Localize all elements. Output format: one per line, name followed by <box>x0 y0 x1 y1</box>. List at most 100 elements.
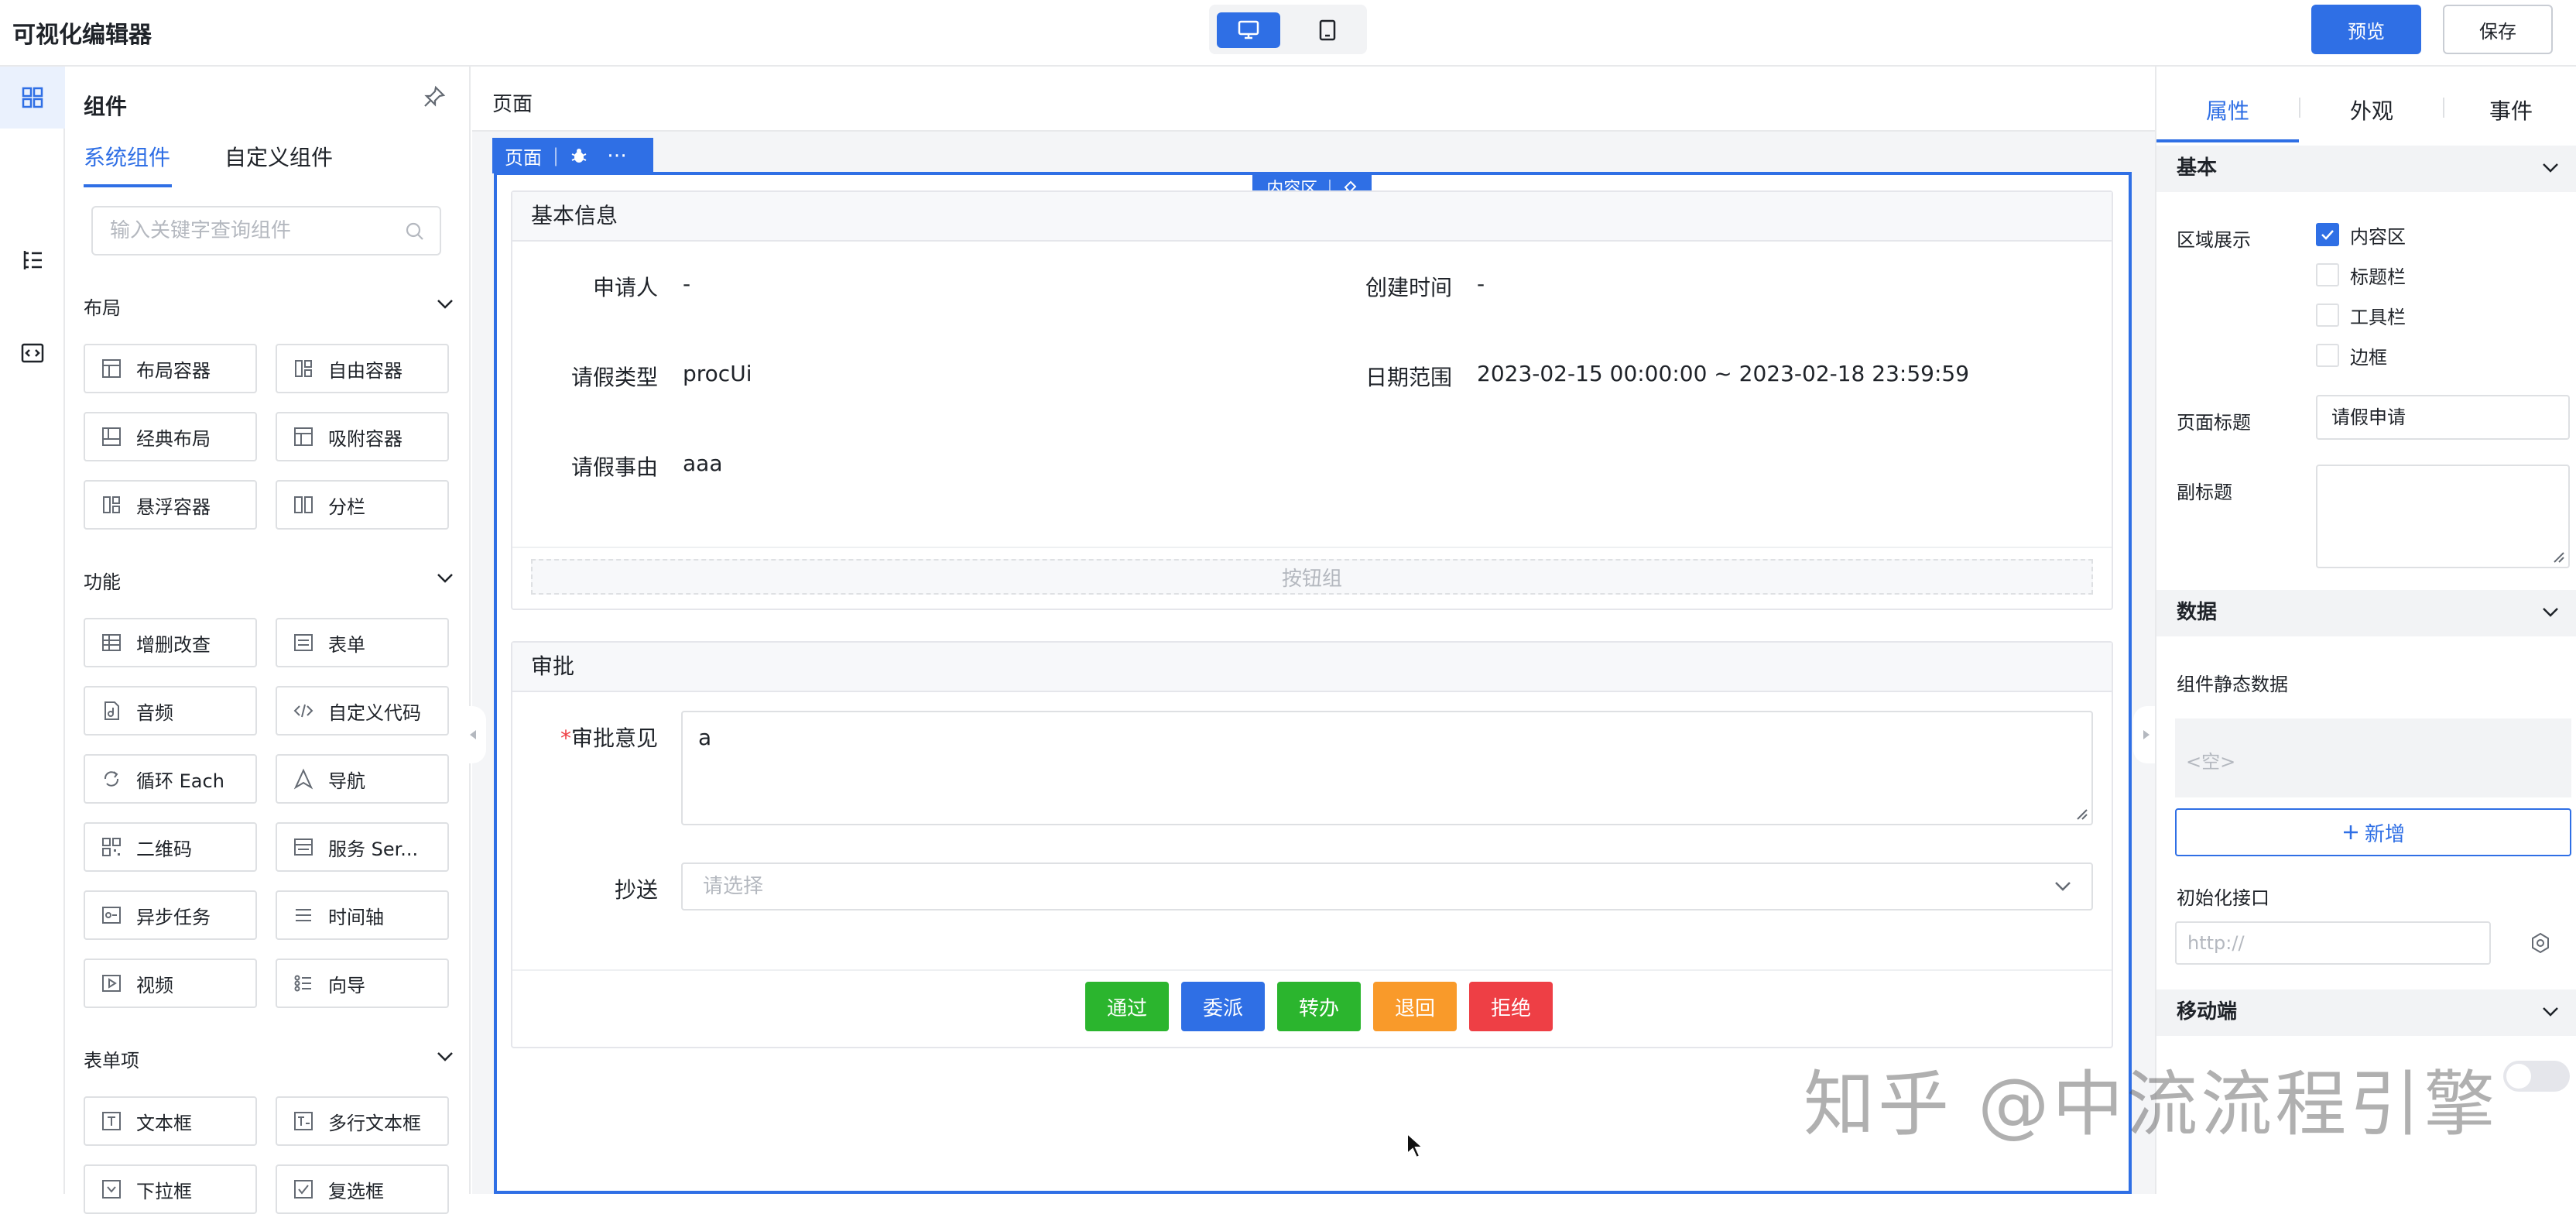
approve-button[interactable]: 通过 <box>1085 982 1169 1031</box>
collapse-left-panel-button[interactable] <box>460 706 486 763</box>
page-selection-tag[interactable]: 页面 | ⋯ <box>492 138 653 173</box>
section-layout-header[interactable]: 布局 <box>84 293 455 324</box>
desktop-icon <box>1238 20 1259 39</box>
cc-select[interactable]: 请选择 <box>681 862 2093 910</box>
section-basic-header[interactable]: 基本 <box>2156 146 2576 192</box>
section-mobile-header[interactable]: 移动端 <box>2156 989 2576 1036</box>
tab-custom-components[interactable]: 自定义组件 <box>224 141 333 172</box>
tab-events[interactable]: 事件 <box>2444 94 2576 125</box>
checkbox-unchecked[interactable] <box>2316 304 2339 327</box>
component-label: 吸附容器 <box>328 427 402 450</box>
checkbox-unchecked[interactable] <box>2316 263 2339 286</box>
component-label: 分栏 <box>328 496 365 518</box>
page-tag-label: 页面 <box>505 146 542 169</box>
components-icon <box>22 87 43 108</box>
component-item[interactable]: 循环 Each <box>84 754 257 804</box>
component-label: 布局容器 <box>136 359 211 382</box>
component-search-input[interactable] <box>108 218 390 243</box>
section-data-header[interactable]: 数据 <box>2156 590 2576 636</box>
active-tab-indicator <box>84 184 172 187</box>
region-toolbar-checkbox[interactable]: 工具栏 <box>2316 302 2406 328</box>
free-container-icon <box>293 358 314 379</box>
component-item[interactable]: 自由容器 <box>276 344 449 393</box>
component-item[interactable]: 吸附容器 <box>276 412 449 461</box>
rail-outline-button[interactable] <box>0 229 65 291</box>
tab-properties[interactable]: 属性 <box>2156 94 2299 125</box>
app-title: 可视化编辑器 <box>12 22 152 49</box>
more-icon[interactable]: ⋯ <box>607 144 627 167</box>
reject-button[interactable]: 拒绝 <box>1469 982 1553 1031</box>
checkbox-checked[interactable] <box>2316 223 2339 246</box>
component-label: 复选框 <box>328 1180 384 1202</box>
component-item[interactable]: 经典布局 <box>84 412 257 461</box>
desktop-view-button[interactable] <box>1217 12 1280 48</box>
component-item[interactable]: 增删改查 <box>84 618 257 667</box>
component-item[interactable]: 自定义代码 <box>276 686 449 736</box>
component-item[interactable]: 导航 <box>276 754 449 804</box>
mobile-toggle-switch[interactable] <box>2503 1061 2570 1092</box>
chevron-down-icon <box>2543 1007 2558 1017</box>
columns-icon <box>293 494 314 516</box>
tab-system-components[interactable]: 系统组件 <box>84 141 170 172</box>
checkbox-label: 工具栏 <box>2350 306 2406 328</box>
component-item[interactable]: 服务 Ser... <box>276 822 449 872</box>
component-item[interactable]: 文本框 <box>84 1096 257 1146</box>
delegate-button[interactable]: 委派 <box>1181 982 1265 1031</box>
loop-icon <box>101 768 122 790</box>
component-item[interactable]: 下拉框 <box>84 1164 257 1214</box>
checkbox-label: 边框 <box>2350 346 2387 369</box>
resize-handle-icon[interactable] <box>2551 550 2565 564</box>
properties-panel: 属性 外观 事件 基本 区域展示 内容区 标题栏 工具栏 边框 页面标题 请假申… <box>2155 67 2576 1194</box>
init-api-input[interactable]: http:// <box>2175 921 2491 965</box>
component-item[interactable]: 向导 <box>276 959 449 1008</box>
resize-handle-icon[interactable] <box>2074 807 2088 821</box>
classic-layout-icon <box>101 426 122 448</box>
component-item[interactable]: 悬浮容器 <box>84 480 257 530</box>
bug-icon[interactable] <box>570 146 588 165</box>
transfer-button[interactable]: 转办 <box>1277 982 1361 1031</box>
tab-appearance[interactable]: 外观 <box>2300 94 2443 125</box>
preview-button[interactable]: 预览 <box>2311 5 2421 54</box>
component-item[interactable]: 复选框 <box>276 1164 449 1214</box>
return-button[interactable]: 退回 <box>1373 982 1457 1031</box>
section-function-header[interactable]: 功能 <box>84 567 455 598</box>
rail-code-button[interactable] <box>0 322 65 384</box>
cc-placeholder: 请选择 <box>703 875 764 898</box>
breadcrumb[interactable]: 页面 <box>492 88 533 117</box>
subtitle-textarea[interactable] <box>2316 465 2570 568</box>
navigation-icon <box>293 768 314 790</box>
component-item[interactable]: 二维码 <box>84 822 257 872</box>
field-label-created-time: 创建时间 <box>1365 275 1452 300</box>
checkbox-icon <box>293 1178 314 1200</box>
save-button[interactable]: 保存 <box>2443 5 2553 54</box>
component-item[interactable]: 视频 <box>84 959 257 1008</box>
static-data-box: <空> <box>2175 718 2571 797</box>
section-form-items-header[interactable]: 表单项 <box>84 1045 455 1076</box>
region-content-checkbox[interactable]: 内容区 <box>2316 221 2406 248</box>
tablet-view-button[interactable] <box>1296 12 1359 48</box>
static-data-label: 组件静态数据 <box>2177 674 2288 695</box>
component-item[interactable]: 分栏 <box>276 480 449 530</box>
field-value-created-time: - <box>1477 271 1485 297</box>
component-item[interactable]: 时间轴 <box>276 890 449 940</box>
add-static-data-button[interactable]: 新增 <box>2175 808 2571 856</box>
component-item[interactable]: 异步任务 <box>84 890 257 940</box>
approval-opinion-textarea[interactable]: a <box>681 711 2093 825</box>
page-title-input[interactable]: 请假申请 <box>2316 395 2570 440</box>
crud-table-icon <box>101 632 122 653</box>
rail-components-button[interactable] <box>0 67 65 129</box>
init-api-settings-button[interactable] <box>2509 921 2571 965</box>
field-value-date-range: 2023-02-15 00:00:00 ~ 2023-02-18 23:59:5… <box>1477 361 1970 386</box>
card-title: 审批 <box>512 643 2112 692</box>
component-item[interactable]: 多行文本框 <box>276 1096 449 1146</box>
check-icon <box>2321 230 2334 240</box>
pin-icon[interactable] <box>423 85 446 111</box>
button-group-placeholder[interactable]: 按钮组 <box>531 559 2093 595</box>
region-titlebar-checkbox[interactable]: 标题栏 <box>2316 262 2406 288</box>
component-item[interactable]: 音频 <box>84 686 257 736</box>
component-item[interactable]: 表单 <box>276 618 449 667</box>
component-item[interactable]: 布局容器 <box>84 344 257 393</box>
checkbox-unchecked[interactable] <box>2316 344 2339 367</box>
region-border-checkbox[interactable]: 边框 <box>2316 342 2387 369</box>
top-header: 可视化编辑器 预览 保存 <box>0 0 2576 67</box>
